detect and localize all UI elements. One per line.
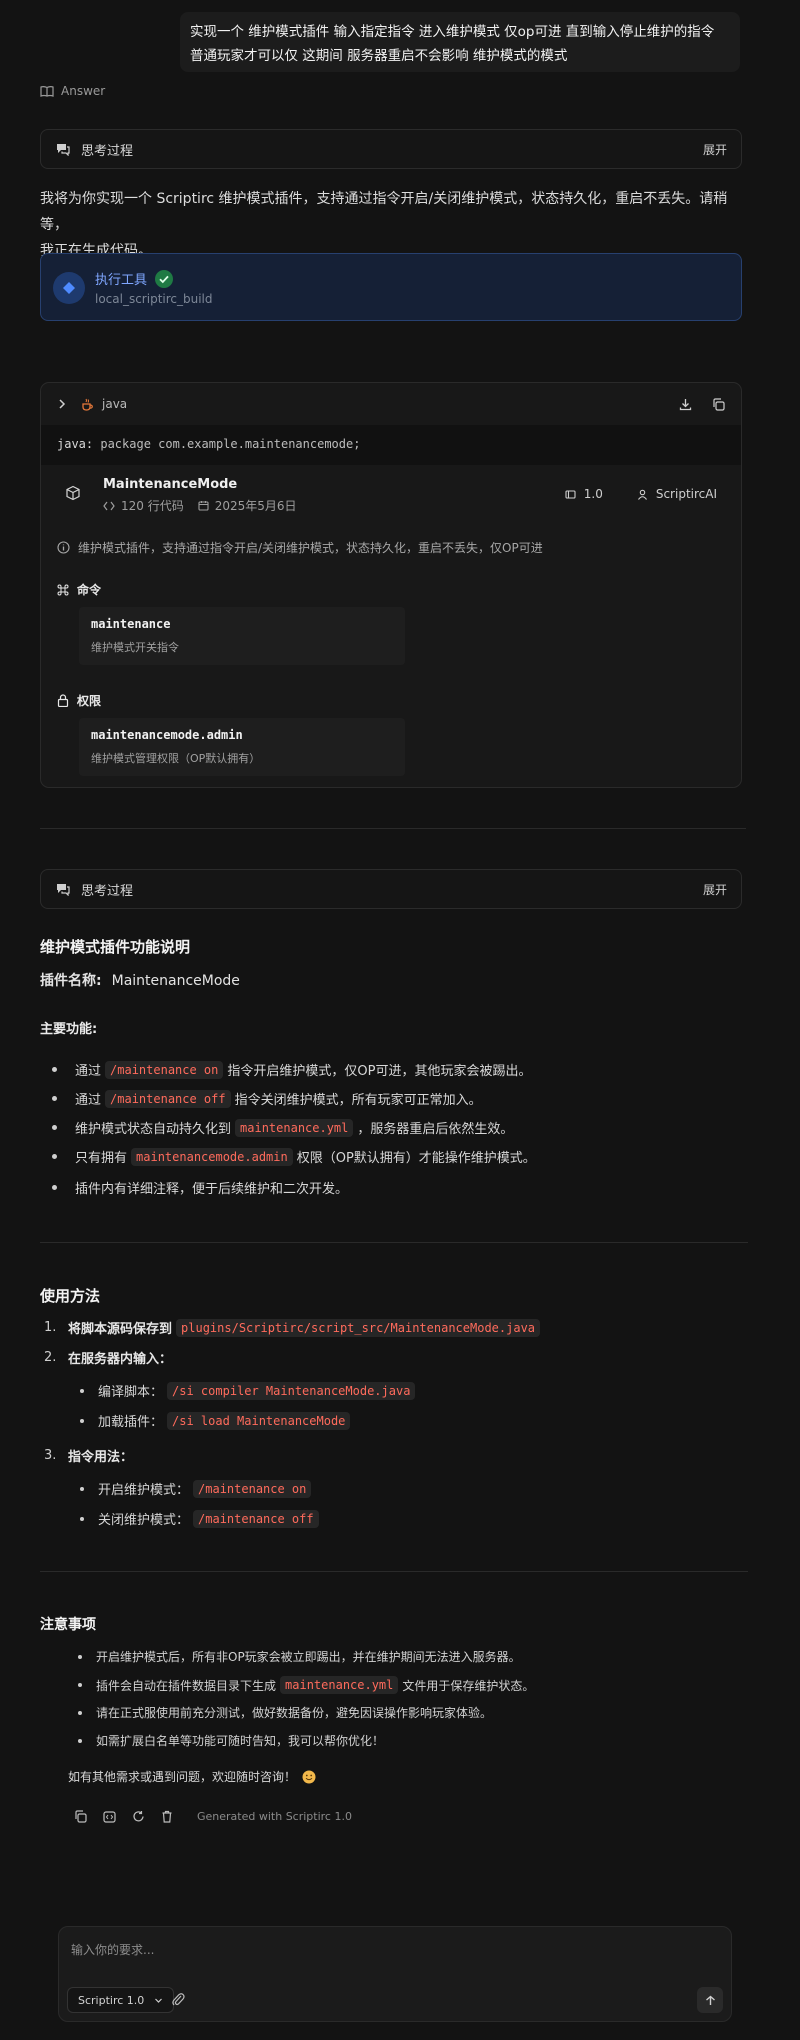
feature-item-3: 维护模式状态自动持久化到 maintenance.yml ，服务器重启后依然生效。: [52, 1118, 513, 1137]
chevron-down-icon: [154, 1996, 163, 2005]
java-coffee-icon: [81, 398, 94, 411]
tool-subtitle: local_scriptirc_build: [95, 292, 213, 306]
divider: [40, 1242, 748, 1243]
usage-title: 使用方法: [40, 1287, 101, 1305]
usage-step-3a: 开启维护模式：/maintenance on: [80, 1479, 315, 1498]
closing-line: 如有其他需求或遇到问题，欢迎随时咨询！: [68, 1768, 316, 1785]
plugin-meta: 120 行代码 2025年5月6日: [103, 497, 297, 514]
commands-section-title: 命令: [57, 581, 101, 598]
model-selector[interactable]: Scriptirc 1.0: [67, 1987, 175, 2013]
calendar-icon: [198, 500, 209, 511]
refresh-icon[interactable]: [132, 1810, 145, 1823]
trash-icon[interactable]: [161, 1810, 173, 1823]
message-actions: Generated with Scriptirc 1.0: [74, 1810, 352, 1823]
tool-title: 执行工具: [95, 273, 148, 288]
chevron-right-icon[interactable]: [57, 399, 67, 409]
user-icon: [637, 489, 648, 500]
command-icon: [57, 584, 69, 596]
plugin-name-row: 插件名称: MaintenanceMode: [40, 973, 240, 989]
command-desc: 维护模式开关指令: [91, 641, 179, 654]
info-icon: [57, 541, 70, 554]
user-message-line-2: 普通玩家才可以仅 这期间 服务器重启不会影响 维护模式的模式: [190, 48, 568, 64]
composer: 输入你的要求... Scriptirc 1.0: [58, 1926, 732, 2022]
code-preview-line: java: package com.example.maintenancemod…: [41, 425, 741, 465]
code-card: java java: package com.example.maintenan…: [40, 382, 742, 788]
code-block-icon[interactable]: [103, 1810, 116, 1823]
chat-bubble-icon: [55, 882, 71, 896]
thinking-toggle-2[interactable]: 思考过程 展开: [40, 869, 742, 909]
code-card-header: java: [41, 383, 741, 425]
command-name: maintenance: [91, 617, 171, 631]
plugin-name: MaintenanceMode: [103, 477, 238, 492]
thinking-label: 思考过程: [81, 883, 134, 899]
usage-step-3b: 关闭维护模式：/maintenance off: [80, 1509, 323, 1528]
usage-step-1: 1. 将脚本源码保存到 plugins/Scriptirc/script_src/M…: [44, 1318, 544, 1337]
permission-desc: 维护模式管理权限（OP默认拥有）: [91, 752, 261, 765]
user-message-bubble: 实现一个 维护模式插件 输入指定指令 进入维护模式 仅op可进 直到输入停止维护…: [180, 12, 740, 72]
plugin-date: 2025年5月6日: [214, 499, 297, 513]
usage-step-2a: 编译脚本：/si compiler MaintenanceMode.java: [80, 1381, 419, 1400]
generated-with-label: Generated with Scriptirc 1.0: [197, 1810, 352, 1823]
smile-icon: [302, 1770, 316, 1784]
expand-button[interactable]: 展开: [703, 881, 727, 898]
user-message-line-1: 实现一个 维护模式插件 输入指定指令 进入维护模式 仅op可进 直到输入停止维护…: [190, 24, 715, 40]
note-item-4: 如需扩展白名单等功能可随时告知，我可以帮你优化！: [78, 1732, 384, 1749]
usage-step-2: 2. 在服务器内输入：: [44, 1350, 173, 1367]
permission-item: maintenancemode.admin 维护模式管理权限（OP默认拥有）: [79, 718, 405, 776]
line-count: 120 行代码: [121, 499, 184, 513]
copy-icon[interactable]: [712, 397, 725, 411]
plugin-version: 1.0: [583, 487, 603, 501]
plugin-author: ScriptircAI: [655, 487, 717, 501]
plugin-info-right: 1.0 ScriptircAI: [565, 487, 717, 501]
plugin-description: 维护模式插件，支持通过指令开启/关闭维护模式，状态持久化，重启不丢失，仅OP可进: [57, 539, 543, 556]
note-item-2: 插件会自动在插件数据目录下生成 maintenance.yml 文件用于保存维护状态…: [78, 1676, 534, 1694]
command-item: maintenance 维护模式开关指令: [79, 607, 405, 665]
code-icon: [103, 501, 115, 511]
check-circle-icon: [155, 269, 174, 288]
usage-step-3: 3. 指令用法：: [44, 1448, 134, 1465]
answer-label: Answer: [40, 84, 105, 98]
usage-step-2b: 加载插件：/si load MaintenanceMode: [80, 1411, 354, 1430]
chat-bubble-icon: [55, 142, 71, 156]
tool-execution-card[interactable]: 执行工具 local_scriptirc_build: [40, 253, 742, 321]
thinking-toggle-1[interactable]: 思考过程 展开: [40, 129, 742, 169]
lock-icon: [57, 694, 69, 707]
copy-icon[interactable]: [74, 1810, 87, 1823]
feature-item-5: 插件内有详细注释，便于后续维护和二次开发。: [52, 1178, 348, 1197]
send-button[interactable]: [697, 1987, 723, 2013]
feature-item-2: 通过/maintenance off 指令关闭维护模式，所有玩家可正常加入。: [52, 1089, 482, 1108]
arrow-up-icon: [705, 1995, 716, 2006]
divider: [40, 1571, 748, 1572]
feature-item-1: 通过/maintenance on 指令开启维护模式，仅OP可进，其他玩家会被踢出…: [52, 1060, 531, 1079]
download-icon[interactable]: [679, 398, 692, 411]
divider: [40, 828, 746, 829]
thinking-label: 思考过程: [81, 143, 134, 159]
permissions-section-title: 权限: [57, 692, 101, 709]
code-language: java: [102, 397, 128, 411]
feature-item-4: 只有拥有 maintenancemode.admin 权限（OP默认拥有）才能操作维…: [52, 1147, 536, 1166]
note-item-1: 开启维护模式后，所有非OP玩家会被立即踢出，并在维护期间无法进入服务器。: [78, 1648, 521, 1665]
note-item-3: 请在正式服使用前充分测试，做好数据备份，避免因误操作影响玩家体验。: [78, 1704, 492, 1721]
paperclip-icon[interactable]: [171, 1991, 185, 2007]
tool-icon: [53, 272, 85, 304]
book-icon: [40, 85, 54, 97]
permission-name: maintenancemode.admin: [91, 728, 243, 742]
prompt-input[interactable]: 输入你的要求...: [71, 1941, 154, 1958]
features-title: 主要功能:: [40, 1022, 98, 1037]
tag-icon: [565, 489, 576, 500]
notes-title: 注意事项: [40, 1617, 96, 1633]
expand-button[interactable]: 展开: [703, 141, 727, 158]
doc-title: 维护模式插件功能说明: [40, 938, 191, 956]
cube-icon: [65, 485, 81, 501]
